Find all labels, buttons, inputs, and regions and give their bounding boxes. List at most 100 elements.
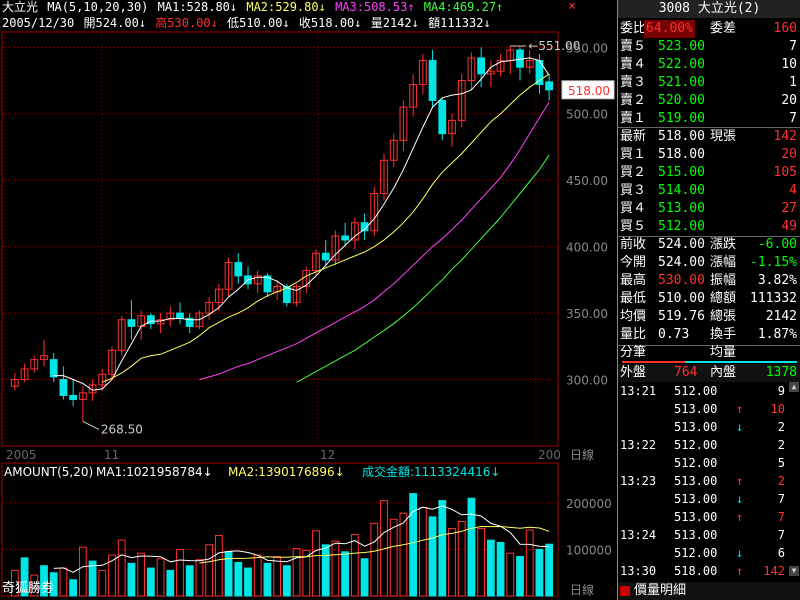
volume-bar — [205, 544, 214, 597]
volume-bar — [176, 548, 184, 597]
row-inout: 外盤 764 內盤 1378 — [618, 364, 800, 382]
stat-row: 最高 530.00 振幅 3.82% — [618, 272, 800, 290]
buy-row: 買１ 518.00 20 — [618, 146, 800, 164]
volume-bar — [389, 518, 398, 597]
volume-bar — [438, 500, 447, 597]
volume-bar — [496, 541, 505, 597]
volume-bar — [69, 579, 78, 597]
min-pointer — [82, 420, 100, 430]
candle-body — [176, 312, 184, 319]
stat-label: 量比 — [620, 327, 647, 342]
stat-label: 總額 — [710, 291, 737, 306]
tick-qty: 7 — [777, 510, 785, 524]
tick-price: 513.00 — [674, 492, 718, 506]
volume-bar — [448, 528, 456, 597]
tick-price: 518.00 — [674, 564, 718, 578]
weibi-value: 64.00% — [644, 20, 695, 38]
high-readout: 高530.00↓ — [155, 16, 218, 30]
volume-period-label: 日線 — [570, 582, 594, 597]
inout-out-fill — [622, 361, 685, 363]
ma-line — [53, 57, 550, 391]
tick-time: 13:24 — [620, 528, 657, 542]
volume-bar — [195, 559, 204, 597]
kline-chart[interactable]: 550.00500.00450.00400.00350.00300.002005… — [0, 0, 615, 600]
tick-row: 513.00 ↑ 10 — [618, 400, 800, 418]
stat-row: 最低 510.00 總額 111332 — [618, 290, 800, 308]
volume-bar — [185, 565, 194, 597]
date-readout: 2005/12/30 — [2, 16, 75, 30]
latest-qty-label: 現張 — [710, 129, 737, 144]
volume-bar — [137, 552, 146, 597]
max-price-label: ←551.00 — [528, 39, 580, 53]
weibi-label: 委比 — [620, 21, 647, 36]
buy-price: 514.00 — [658, 183, 705, 198]
sell-qty: 1 — [789, 75, 797, 90]
chart-area[interactable]: 550.00 500.00 450.00 400.00 350.00 300.00 2005… — [0, 0, 615, 600]
volume-bar — [234, 561, 243, 597]
volume-bar — [428, 516, 437, 597]
buy-row: 買３ 514.00 4 — [618, 182, 800, 200]
tick-price: 512.00 — [674, 438, 718, 452]
volume-bar — [282, 565, 291, 597]
stat-value: 530.00 — [658, 273, 705, 288]
weicha-label: 委差 — [710, 21, 737, 36]
sell-label: 賣１ — [620, 111, 647, 126]
latest-label: 最新 — [620, 129, 647, 144]
time-tick-label: 200 — [538, 448, 561, 462]
stat-row: 均價 519.76 總張 2142 — [618, 308, 800, 326]
ma4-readout: MA4:469.27↑ — [423, 0, 504, 14]
stat-value: 510.00 — [658, 291, 705, 306]
volume-bar — [506, 552, 515, 597]
volume-bar — [360, 558, 369, 597]
latest-qty: 142 — [773, 129, 797, 144]
sell-price: 523.00 — [658, 39, 705, 54]
out-label: 外盤 — [620, 365, 647, 380]
ma-line — [199, 102, 550, 380]
tick-row: 13:21 512.00 9 — [618, 382, 800, 400]
buy-price: 513.00 — [658, 201, 705, 216]
candle-body — [49, 359, 58, 378]
tick-arrow: ↑ — [736, 564, 744, 578]
tick-arrow: ↑ — [736, 510, 744, 524]
candle-body — [477, 57, 486, 75]
tick-row: 512.00 ↓ 6 — [618, 544, 800, 562]
tick-qty: 10 — [770, 402, 785, 416]
panel-footer[interactable]: 價量明細 — [618, 582, 800, 600]
price-tick-label: 500.00 — [566, 108, 608, 122]
close-button[interactable]: × — [565, 0, 579, 14]
fenbi-label: 分筆 — [620, 345, 647, 360]
sell-qty: 7 — [789, 39, 797, 54]
tick-time: 13:30 — [620, 564, 657, 578]
stat-value: 524.00 — [658, 255, 705, 270]
volume-bar — [98, 569, 107, 597]
tick-time: 13:22 — [620, 438, 657, 452]
sell-row: 賣４ 522.00 10 — [618, 56, 800, 74]
tick-row: 13:22 512.00 2 — [618, 436, 800, 454]
row-latest: 最新 518.00 現張 142 — [618, 128, 800, 146]
volume-bar — [292, 548, 301, 597]
tick-price: 513.00 — [674, 402, 718, 416]
buy-row: 買４ 513.00 27 — [618, 200, 800, 218]
tick-qty: 2 — [777, 474, 785, 488]
volume-bar — [253, 554, 262, 597]
volume-bar — [370, 522, 379, 597]
tick-time: 13:23 — [620, 474, 657, 488]
amount-ma2: MA2:1390176896↓ — [228, 465, 345, 479]
tick-qty: 7 — [777, 528, 785, 542]
tick-qty: 5 — [777, 456, 785, 470]
header-line-1: 大立光 MA(5,10,20,30) MA1:528.80↓ MA2:529.8… — [2, 0, 505, 14]
buy-qty: 49 — [781, 219, 797, 234]
period-label: 日線 — [570, 447, 594, 462]
buy-row: 買２ 515.00 105 — [618, 164, 800, 182]
volume-bar — [146, 567, 155, 597]
ma3-readout: MA3:508.53↑ — [335, 0, 415, 14]
tick-row: 13:24 513.00 7 — [618, 526, 800, 544]
tick-price: 512.00 — [674, 546, 718, 560]
panel-title: 3008 大立光(2) — [618, 0, 800, 18]
volume-ma-line — [199, 525, 550, 564]
candle-body — [59, 379, 68, 396]
time-tick-label: 11 — [104, 448, 119, 462]
candle-body — [321, 252, 330, 261]
amount-total: 成交金額:1113324416↓ — [362, 464, 500, 479]
volume-tick-label: 100000 — [566, 543, 612, 557]
